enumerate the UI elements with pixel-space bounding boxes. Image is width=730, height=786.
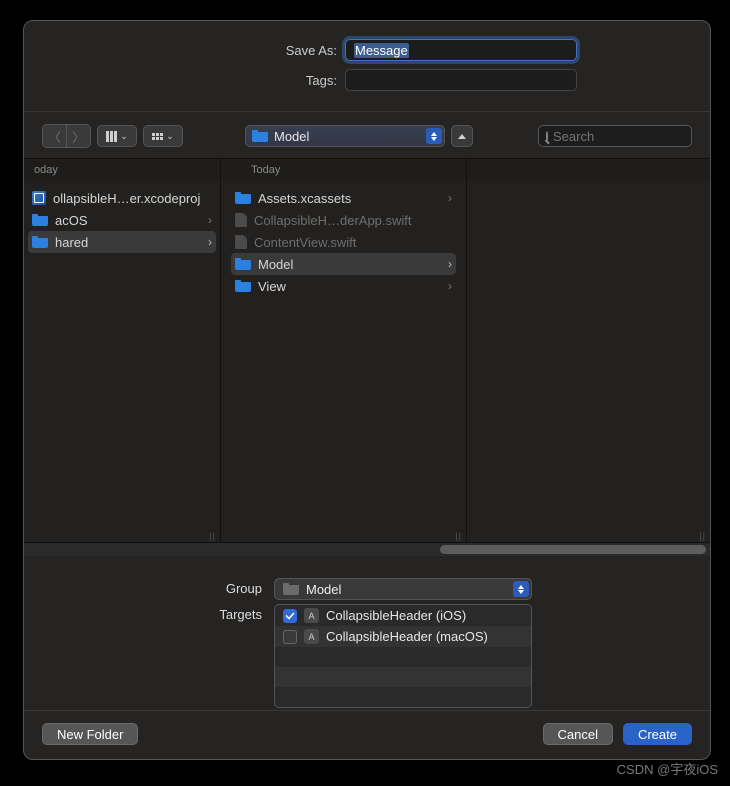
file-browser: oday ollapsibleH…er.xcodeproj acOS › har…: [24, 158, 710, 542]
chevron-right-icon: ›: [448, 279, 452, 293]
folder-icon: [235, 258, 251, 270]
dropdown-arrows-icon: [426, 128, 442, 144]
file-row-folder-selected[interactable]: Model ›: [231, 253, 456, 275]
group-value: Model: [306, 582, 506, 597]
target-row-empty: [275, 667, 531, 687]
app-icon: A: [304, 629, 319, 644]
path-label: Model: [274, 129, 420, 144]
chevron-right-icon: 〉: [72, 127, 85, 146]
path-popup[interactable]: Model: [245, 125, 445, 147]
file-row-folder[interactable]: Assets.xcassets ›: [227, 187, 460, 209]
cancel-button[interactable]: Cancel: [543, 723, 613, 745]
app-icon: A: [304, 608, 319, 623]
folder-icon: [235, 192, 251, 204]
group-popup[interactable]: Model: [274, 578, 532, 600]
folder-icon: [32, 214, 48, 226]
form-area: Save As: Message Tags:: [24, 21, 710, 103]
chevron-down-icon: ⌄: [120, 131, 128, 142]
column-header: Today: [221, 159, 466, 181]
target-name: CollapsibleHeader (macOS): [326, 629, 488, 644]
nav-back-button[interactable]: 〈: [43, 125, 66, 147]
file-row-swift[interactable]: ContentView.swift: [227, 231, 460, 253]
save-as-input[interactable]: Message: [345, 39, 577, 61]
chevron-left-icon: 〈: [48, 127, 61, 146]
file-row-folder[interactable]: View ›: [227, 275, 460, 297]
xcodeproj-icon: [32, 191, 46, 205]
nav-forward-button[interactable]: 〉: [67, 125, 90, 147]
chevron-right-icon: ›: [448, 191, 452, 205]
folder-icon: [283, 583, 299, 595]
view-grid-button[interactable]: ⌄: [143, 125, 183, 147]
browser-column-1[interactable]: oday ollapsibleH…er.xcodeproj acOS › har…: [24, 159, 221, 542]
tags-label: Tags:: [157, 73, 337, 88]
target-name: CollapsibleHeader (iOS): [326, 608, 466, 623]
chevron-right-icon: ›: [448, 257, 452, 271]
column-header: [467, 159, 710, 181]
check-icon: [285, 611, 295, 621]
chevron-down-icon: ⌄: [166, 131, 174, 142]
search-field[interactable]: [538, 125, 692, 147]
columns-icon: [106, 131, 117, 142]
target-row[interactable]: A CollapsibleHeader (iOS): [275, 605, 531, 626]
column-header: oday: [24, 159, 220, 181]
folder-icon: [252, 130, 268, 142]
column-resize-handle[interactable]: ||: [455, 531, 462, 541]
targets-list: A CollapsibleHeader (iOS) A CollapsibleH…: [274, 604, 532, 708]
search-icon: [546, 131, 548, 142]
chevron-right-icon: ›: [208, 235, 212, 249]
collapse-toggle-button[interactable]: [451, 125, 473, 147]
dialog-footer: New Folder Cancel Create: [24, 711, 710, 759]
targets-label: Targets: [24, 604, 262, 622]
dropdown-arrows-icon: [513, 581, 529, 597]
file-row-xcodeproj[interactable]: ollapsibleH…er.xcodeproj: [24, 187, 220, 209]
folder-icon: [235, 280, 251, 292]
toolbar: 〈 〉 ⌄ ⌄ Model: [24, 112, 710, 158]
group-label: Group: [24, 578, 262, 596]
target-row-empty: [275, 687, 531, 707]
document-icon: [235, 235, 247, 249]
options-panel: Group Model Targets A CollapsibleHeader …: [24, 556, 710, 710]
grid-icon: [152, 133, 163, 140]
file-row-folder-selected[interactable]: hared ›: [28, 231, 216, 253]
chevron-right-icon: ›: [208, 213, 212, 227]
new-folder-button[interactable]: New Folder: [42, 723, 138, 745]
target-checkbox[interactable]: [283, 630, 297, 644]
chevron-up-icon: [458, 134, 466, 139]
nav-back-forward: 〈 〉: [42, 124, 91, 148]
column-resize-handle[interactable]: ||: [699, 531, 706, 541]
browser-column-2[interactable]: Today Assets.xcassets › CollapsibleH…der…: [221, 159, 467, 542]
horizontal-scrollbar[interactable]: [24, 542, 710, 556]
target-row[interactable]: A CollapsibleHeader (macOS): [275, 626, 531, 647]
scrollbar-thumb[interactable]: [440, 545, 706, 554]
file-row-swift[interactable]: CollapsibleH…derApp.swift: [227, 209, 460, 231]
document-icon: [235, 213, 247, 227]
watermark: CSDN @宇夜iOS: [617, 759, 718, 778]
save-as-label: Save As:: [157, 43, 337, 58]
save-dialog: Save As: Message Tags: 〈 〉 ⌄ ⌄ Model: [23, 20, 711, 760]
target-row-empty: [275, 647, 531, 667]
folder-icon: [32, 236, 48, 248]
browser-column-3[interactable]: ||: [467, 159, 710, 542]
column-resize-handle[interactable]: ||: [209, 531, 216, 541]
search-input[interactable]: [553, 129, 729, 144]
create-button[interactable]: Create: [623, 723, 692, 745]
tags-input[interactable]: [345, 69, 577, 91]
target-checkbox[interactable]: [283, 609, 297, 623]
file-row-folder[interactable]: acOS ›: [24, 209, 220, 231]
view-columns-button[interactable]: ⌄: [97, 125, 137, 147]
